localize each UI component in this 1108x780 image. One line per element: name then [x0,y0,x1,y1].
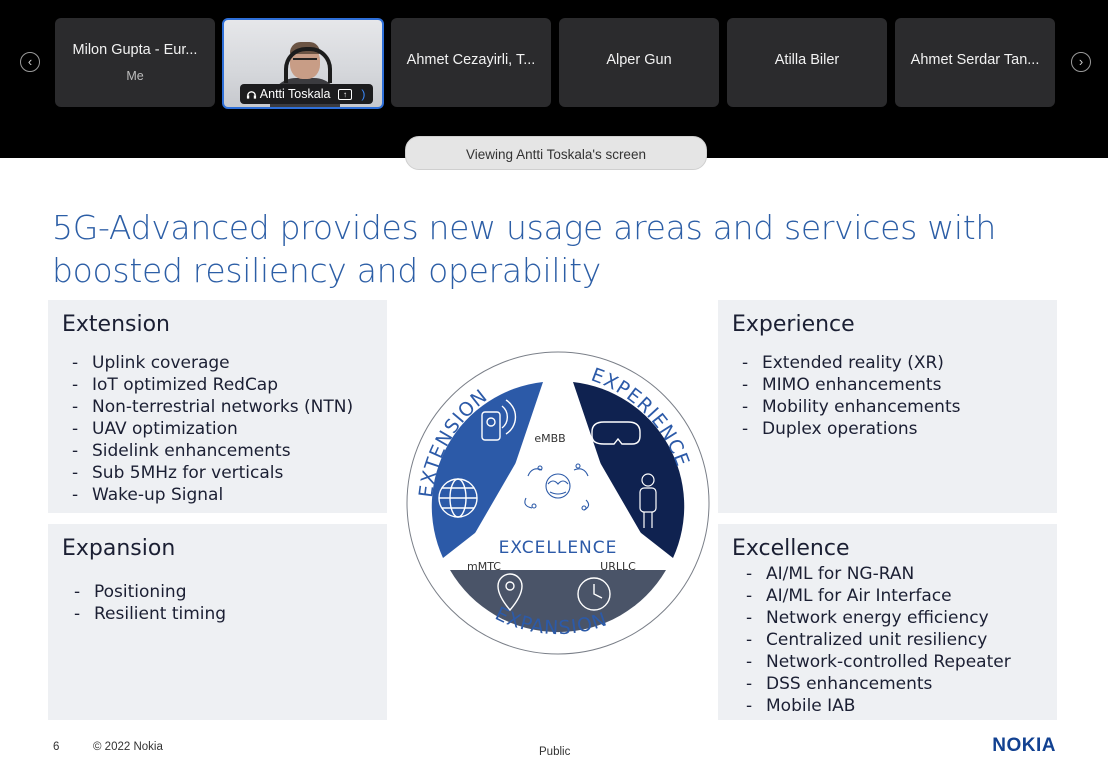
label-urllc: URLLC [600,560,636,573]
participant-name: Atilla Biler [774,52,840,68]
label-mmtc: mMTC [467,560,501,573]
expansion-list: - Positioning - Resilient timing [64,581,226,625]
participant-tile[interactable]: Ahmet Serdar Tan... [895,18,1055,107]
list-item: - Network-controlled Repeater [746,652,1011,672]
center-label-excellence: EXCELLENCE [499,538,618,558]
headset-graphic [284,47,332,83]
list-item: - DSS enhancements [746,674,933,694]
list-item: - AI/ML for Air Interface [746,586,952,606]
slide-page-number: 6 [53,741,60,753]
chevron-right-icon: › [1078,54,1084,69]
excellence-heading: Excellence [732,536,850,561]
participant-strip: ‹ Milon Gupta - Eur... Me Antti Toskala … [0,0,1108,158]
participant-name: Antti Toskala [259,87,331,101]
list-item: - IoT optimized RedCap [72,375,279,395]
list-item: - MIMO enhancements [742,375,942,395]
list-item: - Sub 5MHz for verticals [72,463,284,483]
extension-list: - Uplink coverage - IoT optimized RedCap -… [62,352,353,506]
audio-activity-icon: ) [361,87,366,101]
slide-title: 5G-Advanced provides new usage areas and… [52,208,997,290]
participant-name: Ahmet Cezayirli, T... [406,52,536,68]
list-item: - Positioning [74,582,187,602]
list-item: - Duplex operations [742,419,918,439]
screen-share-icon: ↑ [337,89,352,101]
slide-classification: Public [539,746,571,758]
expansion-panel: Expansion - Positioning - Resilient timing [48,524,387,720]
slide-copyright: © 2022 Nokia [93,741,163,753]
participant-tile-self[interactable]: Milon Gupta - Eur... Me [55,18,215,107]
list-item: - Uplink coverage [72,353,230,373]
extension-panel: Extension - Uplink coverage - IoT optimize… [48,300,387,513]
list-item: - Resilient timing [74,604,227,624]
list-item: - Mobile IAB [746,696,856,716]
experience-heading: Experience [732,312,855,337]
nokia-logo: NOKIA [992,735,1056,756]
experience-panel: Experience - Extended reality (XR) - MIMO … [718,300,1057,513]
list-item: - Sidelink enhancements [72,441,291,461]
participant-me-label: Me [126,69,144,83]
participant-tile[interactable]: Atilla Biler [727,18,887,107]
participant-name-pill: Antti Toskala ↑ ) [240,84,374,104]
participant-name: Ahmet Serdar Tan... [910,52,1040,68]
list-item: - Network energy efficiency [746,608,989,628]
excellence-list: - AI/ML for NG-RAN - AI/ML for Air Interfa… [736,563,1011,717]
5g-advanced-diagram: EXTENSION EXPERIENCE EXPANSION EXCELLENC… [406,351,710,655]
list-item: - Non-terrestrial networks (NTN) [72,397,354,417]
list-item: - AI/ML for NG-RAN [746,564,915,584]
strip-prev-button[interactable]: ‹ [20,52,40,72]
shared-slide: 5G-Advanced provides new usage areas and… [0,158,1108,780]
participant-name: Alper Gun [606,52,672,68]
list-item: - UAV optimization [72,419,238,439]
participant-tile[interactable]: Ahmet Cezayirli, T... [391,18,551,107]
extension-heading: Extension [62,312,171,337]
list-item: - Wake-up Signal [72,485,224,505]
label-embb: eMBB [534,432,565,445]
headset-icon [246,91,257,99]
viewing-screen-banner: Viewing Antti Toskala's screen [405,136,707,170]
list-item: - Mobility enhancements [742,397,961,417]
strip-next-button[interactable]: › [1071,52,1091,72]
expansion-heading: Expansion [62,536,176,561]
excellence-panel: Excellence - AI/ML for NG-RAN - AI/ML for … [718,524,1057,720]
list-item: - Extended reality (XR) [742,353,944,373]
participant-tile-active-speaker[interactable]: Antti Toskala ↑ ) [222,18,384,109]
chevron-left-icon: ‹ [27,54,33,69]
participant-name: Milon Gupta - Eur... [72,42,198,58]
list-item: - Centralized unit resiliency [746,630,988,650]
participant-tile[interactable]: Alper Gun [559,18,719,107]
experience-list: - Extended reality (XR) - MIMO enhancement… [732,352,960,440]
